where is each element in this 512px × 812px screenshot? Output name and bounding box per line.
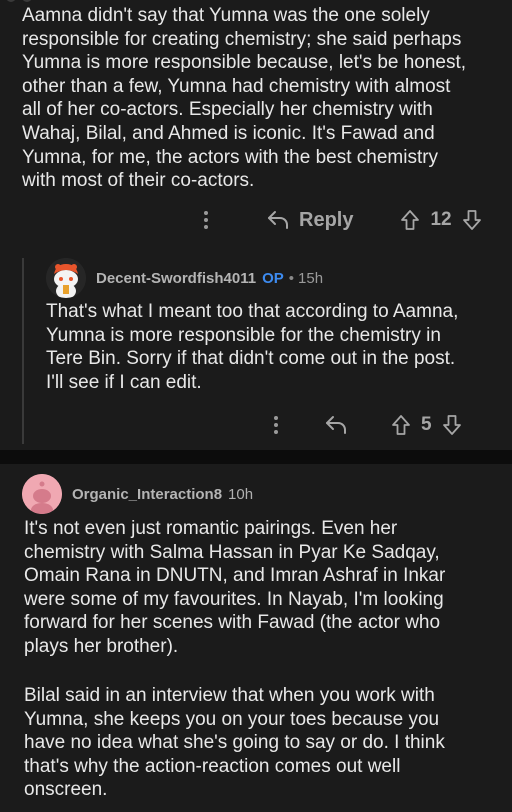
op-badge: OP	[262, 269, 284, 287]
reply-button[interactable]: Reply	[266, 209, 353, 232]
comment-meta: Decent-Swordfish4011 OP • 15h	[46, 258, 323, 298]
comment-divider	[0, 450, 512, 464]
vote-control: 12	[399, 209, 482, 231]
username[interactable]: Decent-Swordfish4011	[96, 270, 256, 287]
username[interactable]: Organic_Interaction8	[72, 486, 222, 503]
reply-arrow-icon	[326, 416, 346, 434]
comment-body-paragraph-2: Bilal said in an interview that when you…	[24, 685, 445, 801]
comment-time: 10h	[228, 485, 254, 503]
comment-body-paragraph-1: It's not even just romantic pairings. Ev…	[24, 518, 446, 657]
reply-button[interactable]	[324, 414, 348, 436]
downvote-arrow-icon[interactable]	[461, 209, 483, 231]
comment-card-top: Aamna didn't say that Yumna was the one …	[0, 0, 512, 450]
comment-actions: 5	[268, 408, 463, 442]
vote-count: 12	[430, 209, 452, 230]
more-options-icon[interactable]	[198, 211, 214, 229]
upvote-arrow-icon[interactable]	[399, 209, 421, 231]
vote-control: 5	[390, 414, 463, 436]
comment-actions: Reply 12	[198, 202, 483, 238]
thread-line[interactable]	[22, 258, 24, 444]
comment-time: 15h	[298, 269, 324, 287]
reply-label: Reply	[299, 208, 354, 231]
vote-count: 5	[421, 414, 432, 435]
comment-body: That's what I meant too that according t…	[46, 301, 459, 393]
reply-arrow-icon	[268, 211, 288, 229]
more-options-icon[interactable]	[268, 416, 284, 434]
snoo-avatar-icon[interactable]	[46, 258, 86, 298]
downvote-arrow-icon[interactable]	[441, 414, 463, 436]
comment-meta: Organic_Interaction8 10h	[22, 474, 253, 514]
meta-separator: •	[288, 269, 295, 287]
default-avatar-icon[interactable]	[22, 474, 62, 514]
comment-body: Aamna didn't say that Yumna was the one …	[22, 5, 467, 192]
upvote-arrow-icon[interactable]	[390, 414, 412, 436]
